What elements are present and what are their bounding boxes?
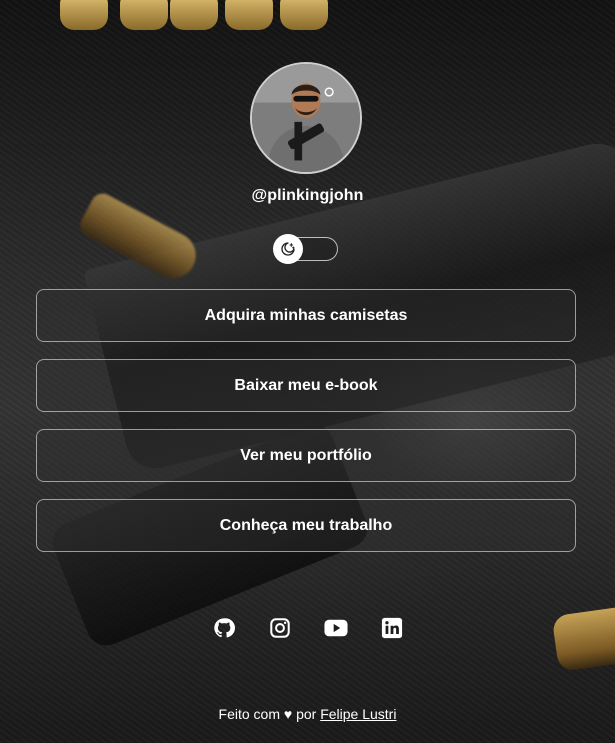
instagram-icon xyxy=(269,618,290,638)
profile-avatar xyxy=(250,62,362,174)
link-list: Adquira minhas camisetas Baixar meu e-bo… xyxy=(36,289,576,569)
theme-toggle[interactable] xyxy=(273,234,338,264)
footer-prefix: Feito com ♥ por xyxy=(218,706,317,722)
instagram-link[interactable] xyxy=(268,616,292,640)
link-button-portfolio[interactable]: Ver meu portfólio xyxy=(36,429,576,482)
link-button-trabalho[interactable]: Conheça meu trabalho xyxy=(36,499,576,552)
github-link[interactable] xyxy=(212,616,236,640)
link-button-ebook[interactable]: Baixar meu e-book xyxy=(36,359,576,412)
profile-handle: @plinkingjohn xyxy=(251,187,364,204)
social-links xyxy=(0,616,615,640)
shell-decoration xyxy=(60,0,108,30)
avatar-photo xyxy=(252,64,360,172)
linkedin-link[interactable] xyxy=(380,616,404,640)
footer-author-link[interactable]: Felipe Lustri xyxy=(320,706,396,722)
shell-decoration xyxy=(120,0,168,30)
linkedin-icon xyxy=(381,617,402,639)
shell-decoration xyxy=(280,0,328,30)
link-button-camisetas[interactable]: Adquira minhas camisetas xyxy=(36,289,576,342)
youtube-link[interactable] xyxy=(323,616,348,640)
footer: Feito com ♥ por Felipe Lustri xyxy=(0,706,615,722)
shell-decoration xyxy=(225,0,273,30)
moon-stars-icon xyxy=(281,242,295,256)
toggle-knob[interactable] xyxy=(273,234,303,264)
shell-decoration xyxy=(170,0,218,30)
avatar-badge xyxy=(324,87,334,97)
youtube-icon xyxy=(323,619,348,637)
github-icon xyxy=(213,618,235,638)
